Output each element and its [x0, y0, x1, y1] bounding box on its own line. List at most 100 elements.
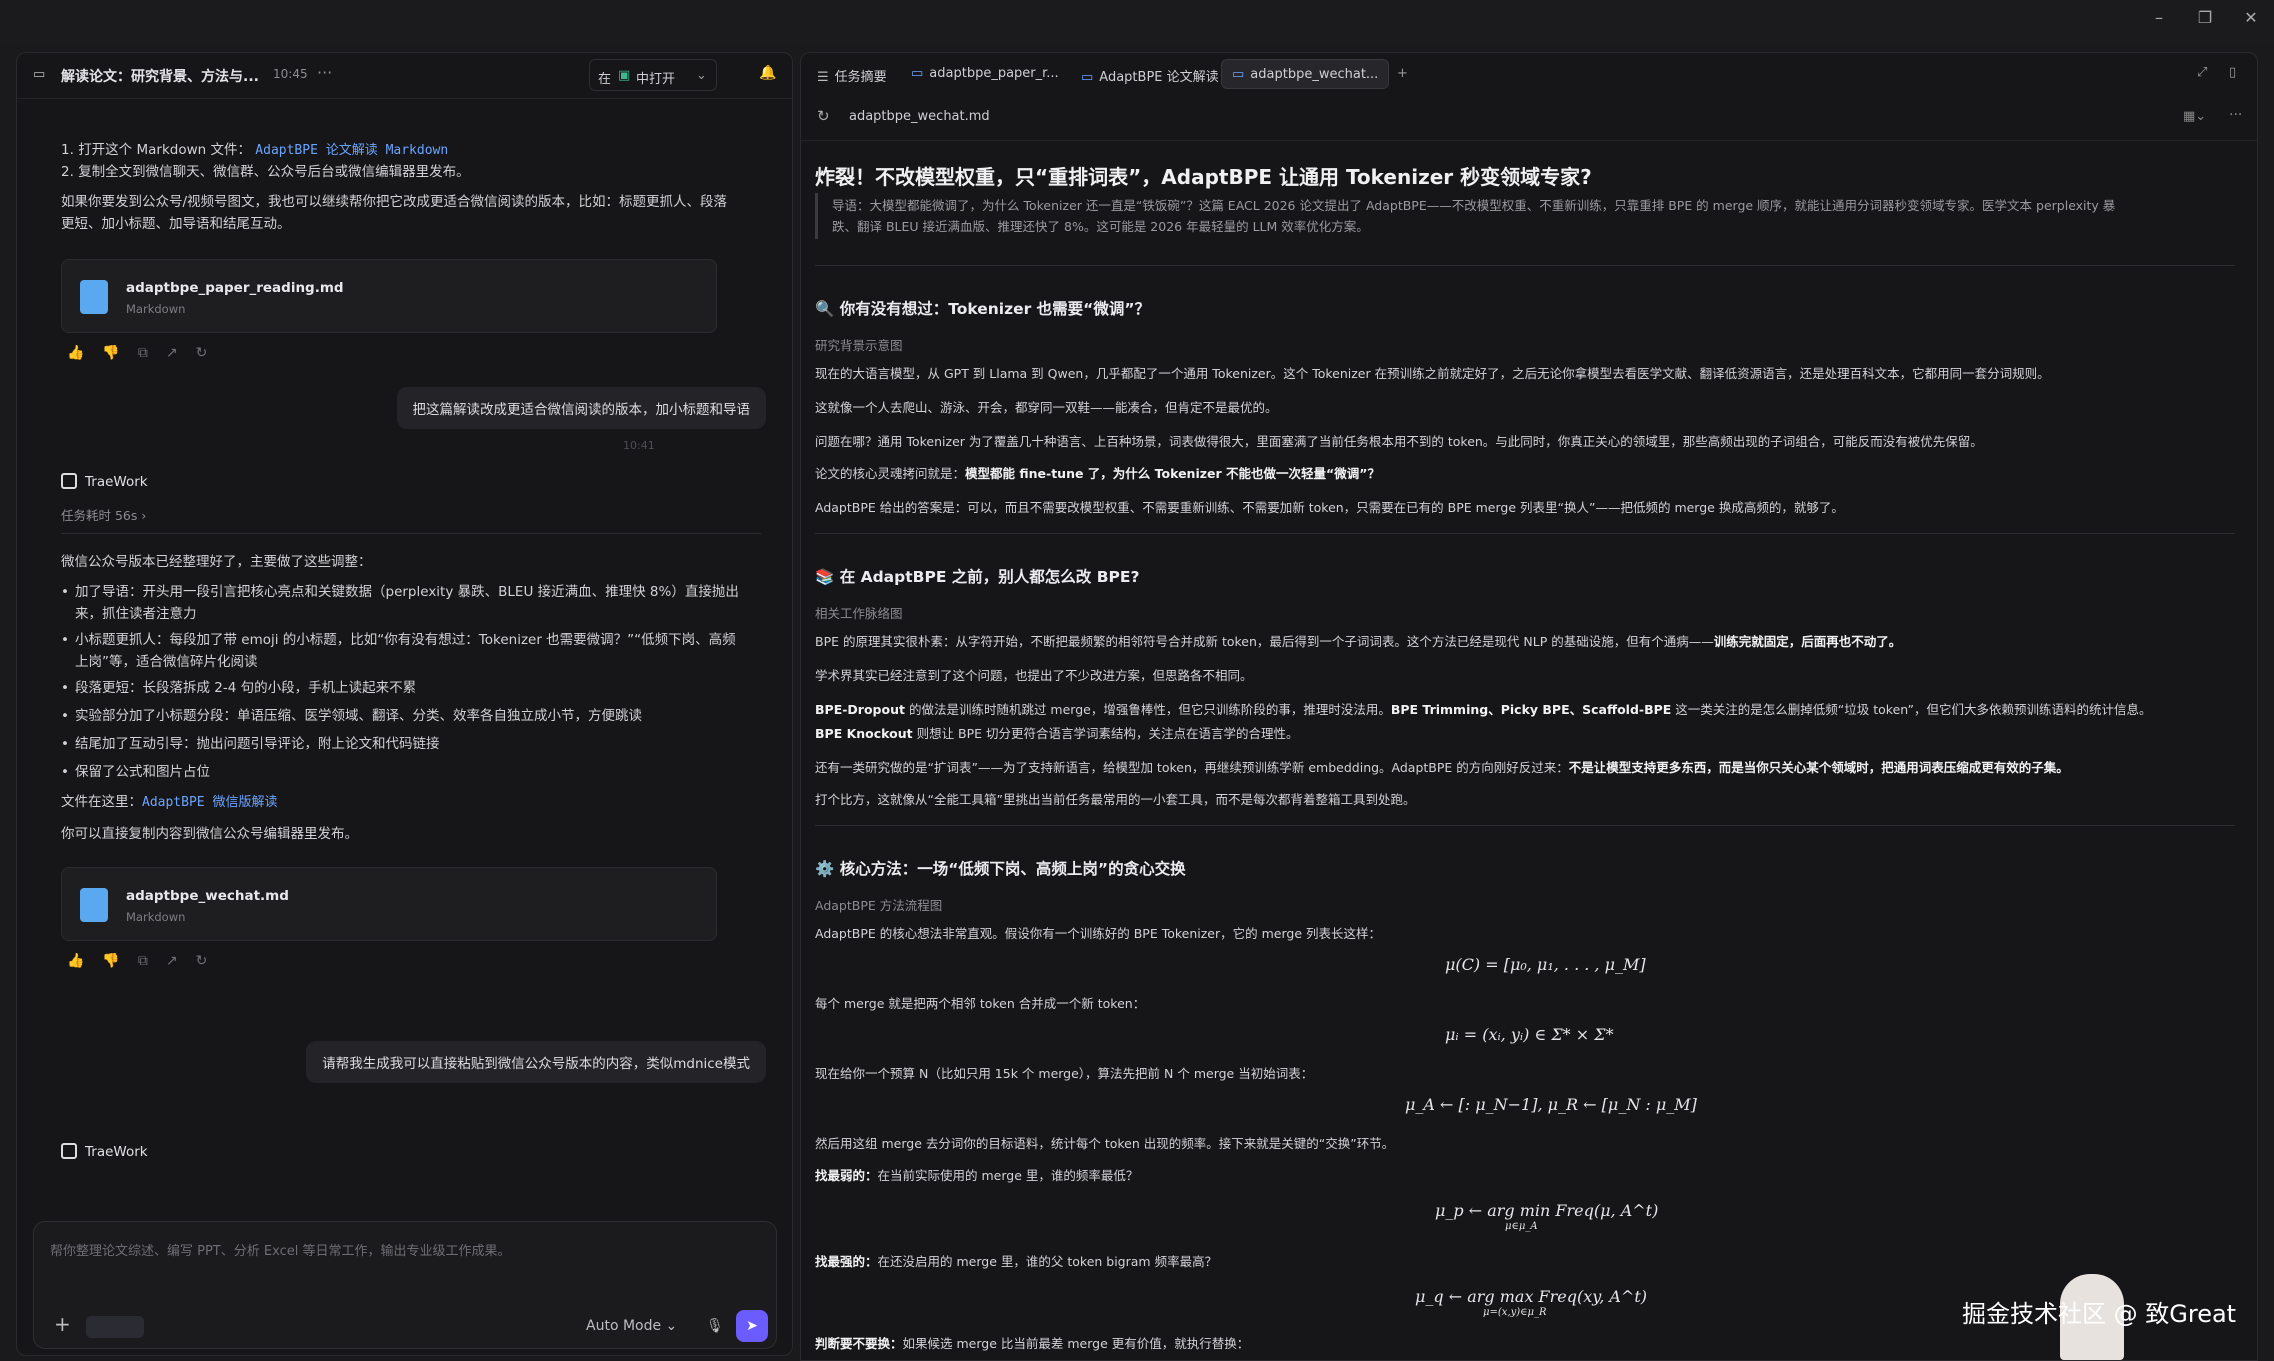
file-type: Markdown: [126, 910, 186, 924]
document-panel: ☰ 任务摘要 ▭ adaptbpe_paper_r... ▭ AdaptBPE 论文解…: [800, 52, 2258, 1361]
paragraph: AdaptBPE 给出的答案是：可以，而且不需要改模型权重、不需要重新训练、不需…: [815, 500, 1844, 515]
sidebar-toggle-icon[interactable]: ▯: [2229, 65, 2236, 80]
message-actions[interactable]: 👍👎⧉↗↻: [67, 345, 225, 361]
agent-name: TraeWork: [61, 473, 148, 490]
grid-icon[interactable]: ▦⌄: [2183, 109, 2206, 124]
agent-logo-icon: [61, 473, 77, 489]
list-item-cont: 上岗”等，适合微信碎片化阅读: [75, 654, 258, 670]
list-item-cont: 来，抓住读者注意力: [75, 606, 197, 622]
wechat-file-link[interactable]: AdaptBPE 微信版解读: [142, 795, 277, 810]
agent-logo-icon: [61, 1143, 77, 1159]
paragraph: 问题在哪？通用 Tokenizer 为了覆盖几十种语言、上百种场景，词表做得很大…: [815, 434, 1983, 449]
tab-task-summary[interactable]: ☰ 任务摘要: [807, 59, 897, 89]
section-heading: 📚 在 AdaptBPE 之前，别人都怎么改 BPE?: [815, 568, 1140, 586]
list-item: 段落更短：长段落拆成 2-4 句的小段，手机上读起来不累: [61, 677, 416, 699]
paragraph: 找最弱的：在当前实际使用的 merge 里，谁的频率最低？: [815, 1168, 1139, 1183]
file-card[interactable]: adaptbpe_wechat.md Markdown: [61, 867, 717, 941]
equation: μ_A ← [: μ_N−1], μ_R ← [μ_N : μ_M]: [1405, 1095, 1697, 1114]
list-item: 小标题更抓人：每段加了带 emoji 的小标题，比如“你有没有想过：Tokeni…: [61, 629, 736, 651]
address-bar: ↻ adaptbpe_wechat.md ▦⌄ ···: [801, 95, 2257, 141]
file-type: Markdown: [126, 302, 186, 316]
paragraph: AdaptBPE 的核心想法非常直观。假设你有一个训练好的 BPE Tokeni…: [815, 926, 1381, 941]
paragraph: 每个 merge 就是把两个相邻 token 合并成一个新 token：: [815, 996, 1146, 1011]
paragraph: 还有一类研究做的是“扩词表”——为了支持新语言，给模型加 token，再继续预训…: [815, 760, 2069, 775]
image-caption: 研究背景示意图: [815, 338, 903, 353]
equation: μ(C) = [μ₀, μ₁, . . . , μ_M]: [1445, 955, 1646, 974]
paragraph: 现在的大语言模型，从 GPT 到 Llama 到 Qwen，几乎都配了一个通用 …: [815, 366, 2050, 381]
app-icon: ▣: [618, 68, 631, 83]
copy-note: 你可以直接复制内容到微信公众号编辑器里发布。: [61, 826, 358, 842]
list-item: 结尾加了互动引导：抛出问题引导评论，附上论文和代码链接: [61, 733, 439, 755]
tab-paper-reading[interactable]: ▭ adaptbpe_paper_r...: [901, 59, 1069, 89]
send-button[interactable]: ➤: [736, 1310, 768, 1342]
message-list: 1. 打开这个 Markdown 文件： AdaptBPE 论文解读 Markd…: [17, 99, 792, 1249]
tab-bar: ☰ 任务摘要 ▭ adaptbpe_paper_r... ▭ AdaptBPE 论文解…: [801, 53, 2257, 95]
paragraph: BPE 的原理其实很朴素：从字符开始，不断把最频繁的相邻符号合并成新 token…: [815, 634, 1902, 649]
divider: [815, 825, 2235, 826]
paragraph: 然后用这组 merge 去分词你的目标语料，统计每个 token 出现的频率。接…: [815, 1136, 1395, 1151]
image-caption: AdaptBPE 方法流程图: [815, 898, 943, 913]
equation: μ_q ← arg max Freq(xy, A^t): [1415, 1287, 1647, 1306]
text-line: 更短、加小标题、加导语和结尾互动。: [61, 216, 291, 232]
file-location: 文件在这里：AdaptBPE 微信版解读: [61, 794, 278, 810]
file-name: adaptbpe_paper_reading.md: [126, 280, 344, 296]
paragraph: 学术界其实已经注意到了这个问题，也提出了不少改进方案，但思路各不相同。: [815, 668, 1253, 683]
tools-icon[interactable]: [86, 1316, 144, 1338]
mode-select[interactable]: Auto Mode ⌄: [586, 1318, 677, 1334]
chat-time: 10:45: [273, 67, 308, 81]
list-item: 实验部分加了小标题分段：单语压缩、医学领域、翻译、分类、效率各自独立成小节，方便…: [61, 705, 642, 727]
open-in-button[interactable]: 在 ▣ 中打开 ⌄: [589, 59, 717, 91]
close-icon[interactable]: ✕: [2236, 8, 2266, 27]
file-icon: [80, 280, 108, 314]
paragraph: 论文的核心灵魂拷问就是：模型都能 fine-tune 了，为什么 Tokeniz…: [815, 466, 1380, 481]
list-item: 2. 复制全文到微信聊天、微信群、公众号后台或微信编辑器里发布。: [61, 164, 470, 180]
composer[interactable]: 帮你整理论文综述、编写 PPT、分析 Excel 等日常工作，输出专业级工作成果…: [33, 1221, 777, 1349]
more-icon[interactable]: ···: [2229, 107, 2242, 123]
file-name: adaptbpe_wechat.md: [126, 888, 289, 904]
agent-intro: 微信公众号版本已经整理好了，主要做了这些调整：: [61, 554, 372, 570]
document-content: 炸裂！不改模型权重，只“重排词表”，AdaptBPE 让通用 Tokenizer…: [815, 141, 2235, 1360]
refresh-icon[interactable]: ↻: [817, 107, 830, 125]
file-card[interactable]: adaptbpe_paper_reading.md Markdown: [61, 259, 717, 333]
file-icon: [80, 888, 108, 922]
mic-icon[interactable]: 🎙: [706, 1318, 724, 1334]
chevron-down-icon: ⌄: [696, 68, 707, 83]
composer-input[interactable]: 帮你整理论文综述、编写 PPT、分析 Excel 等日常工作，输出专业级工作成果…: [50, 1240, 510, 1259]
more-icon[interactable]: ···: [317, 63, 332, 82]
list-item: 加了导语：开头用一段引言把核心亮点和关键数据（perplexity 暴跌、BLE…: [61, 581, 739, 603]
title-bar: – ❐ ✕: [0, 0, 2274, 46]
lead-paragraph: 导语：大模型都能微调了，为什么 Tokenizer 还一直是“铁饭碗”？这篇 E…: [815, 193, 2235, 239]
task-duration[interactable]: 任务耗时 56s ›: [61, 505, 146, 524]
add-icon[interactable]: +: [54, 1312, 71, 1336]
user-message: 把这篇解读改成更适合微信阅读的版本，加小标题和导语: [396, 387, 766, 429]
new-tab-button[interactable]: +: [1387, 59, 1418, 89]
section-heading: ⚙️ 核心方法：一场“低频下岗、高频上岗”的贪心交换: [815, 860, 1186, 878]
equation: μ_p ← arg min Freq(μ, A^t): [1435, 1201, 1659, 1220]
paragraph: 这就像一个人去爬山、游泳、开会，都穿同一双鞋——能凑合，但肯定不是最优的。: [815, 400, 1278, 415]
agent-name: TraeWork: [61, 1143, 148, 1160]
message-time: 10:41: [623, 439, 655, 452]
list-item: 1. 打开这个 Markdown 文件： AdaptBPE 论文解读 Markd…: [61, 142, 449, 158]
image-caption: 相关工作脉络图: [815, 606, 903, 621]
chat-icon: ▭: [33, 67, 46, 82]
equation-subscript: μ∈μ_A: [1505, 1221, 1538, 1232]
doc-title: 炸裂！不改模型权重，只“重排词表”，AdaptBPE 让通用 Tokenizer…: [815, 165, 1592, 189]
restore-icon[interactable]: ❐: [2190, 8, 2220, 27]
minimize-icon[interactable]: –: [2144, 8, 2174, 27]
tab-adaptbpe-reading[interactable]: ▭ AdaptBPE 论文解读: [1071, 59, 1229, 89]
user-message: 请帮我生成我可以直接粘贴到微信公众号版本的内容，类似mdnice模式: [306, 1041, 766, 1083]
file-path: adaptbpe_wechat.md: [849, 109, 990, 124]
bell-icon[interactable]: 🔔: [759, 65, 776, 81]
paragraph: BPE Knockout 则想让 BPE 切分更符合语言学词素结构，关注点在语言…: [815, 726, 1299, 741]
message-actions[interactable]: 👍👎⧉↗↻: [67, 953, 225, 969]
list-item: 保留了公式和图片占位: [61, 761, 210, 783]
watermark: 掘金技术社区 @ 致Great: [1962, 1300, 2237, 1328]
open-prefix: 在: [598, 72, 612, 87]
expand-icon[interactable]: ⤢: [2197, 65, 2207, 80]
chat-panel: ▭ 解读论文：研究背景、方法与... 10:45 ··· 在 ▣ 中打开 ⌄ 🔔…: [16, 52, 793, 1356]
paragraph: 判断要不要换：如果候选 merge 比当前最差 merge 更有价值，就执行替换…: [815, 1336, 1250, 1351]
markdown-link[interactable]: AdaptBPE 论文解读 Markdown: [255, 143, 448, 158]
text-line: 如果你要发到公众号/视频号图文，我也可以继续帮你把它改成更适合微信阅读的版本，比…: [61, 194, 728, 210]
tab-wechat[interactable]: ▭ adaptbpe_wechat...: [1221, 59, 1390, 89]
paragraph: 找最强的：在还没启用的 merge 里，谁的父 token bigram 频率最…: [815, 1254, 1218, 1269]
